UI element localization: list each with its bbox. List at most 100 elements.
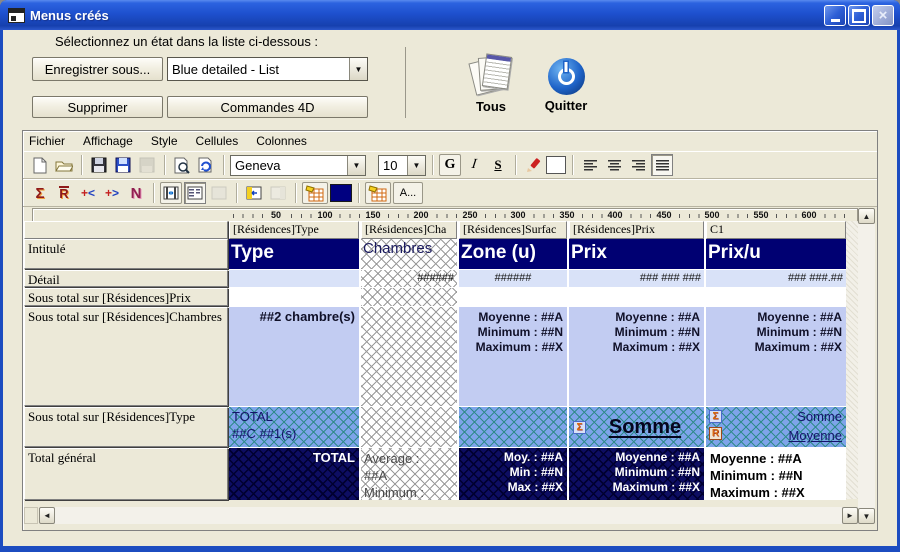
new-column-button[interactable]: N — [125, 182, 147, 204]
fill-color-tool-button[interactable] — [302, 182, 328, 204]
repeated-values-button[interactable]: R — [53, 182, 75, 204]
row-label-subtotal-prix[interactable]: Sous total sur [Résidences]Prix — [24, 288, 228, 306]
cell-stprix-chambres[interactable] — [361, 288, 459, 306]
save-button[interactable] — [88, 154, 110, 176]
font-select[interactable]: Geneva ▼ — [230, 155, 366, 176]
alt-text-button[interactable]: A... — [393, 182, 423, 204]
cell-total-type[interactable]: TOTAL — [229, 448, 361, 500]
save-as-button[interactable]: Enregistrer sous... — [32, 57, 163, 81]
scroll-left-icon[interactable]: ◄ — [39, 507, 55, 524]
cell-title-type[interactable]: Type — [229, 239, 361, 269]
row-label-total-general[interactable]: Total général — [24, 448, 228, 500]
cell-total-zone[interactable]: Moy. : ##A Min : ##N Max : ##X — [459, 448, 569, 500]
titlebar[interactable]: Menus créés × — [0, 0, 900, 30]
grid-overflow-strip — [846, 221, 858, 499]
move-cell-right-button — [267, 182, 289, 204]
vertical-scrollbar[interactable]: ▲ ▼ — [858, 208, 875, 524]
all-records-launcher[interactable]: Tous — [463, 54, 519, 114]
cell-title-prix[interactable]: Prix — [569, 239, 706, 269]
minimize-button[interactable] — [824, 5, 846, 26]
records-stack-icon — [470, 54, 512, 96]
maximize-button[interactable] — [848, 5, 870, 26]
cell-stprix-zone[interactable] — [459, 288, 569, 306]
insert-column-right-button[interactable]: +> — [101, 182, 123, 204]
scroll-right-icon[interactable]: ► — [842, 507, 858, 524]
cell-sttype-chambres[interactable] — [361, 407, 459, 447]
cell-sttype-prix-u[interactable]: Σ R Somme Moyenne — [706, 407, 846, 447]
row-label-detail[interactable]: Détail — [24, 270, 228, 287]
column-header-prix[interactable]: [Résidences]Prix — [569, 221, 704, 239]
align-justify-button[interactable] — [651, 154, 673, 176]
delete-button[interactable]: Supprimer — [32, 96, 163, 118]
cell-stprix-type[interactable] — [229, 288, 361, 306]
commands-4d-button[interactable]: Commandes 4D — [167, 96, 368, 118]
bold-button[interactable]: G — [439, 154, 461, 176]
row-label-subtotal-type[interactable]: Sous total sur [Résidences]Type — [24, 407, 228, 447]
cell-total-chambres[interactable]: Average : ##A Minimum : — [361, 448, 459, 500]
cell-title-prix-u[interactable]: Prix/u — [706, 239, 846, 269]
menu-style[interactable]: Style — [149, 134, 180, 148]
menu-affichage[interactable]: Affichage — [81, 134, 135, 148]
cell-stprix-prix-u[interactable] — [706, 288, 846, 306]
fill-color-swatch[interactable] — [330, 184, 352, 202]
open-button[interactable] — [53, 154, 75, 176]
show-grid-rows-button[interactable] — [184, 182, 206, 204]
column-header-type[interactable]: [Résidences]Type — [229, 221, 359, 239]
insert-column-left-button[interactable]: +< — [77, 182, 99, 204]
menu-fichier[interactable]: Fichier — [27, 134, 67, 148]
sum-mini-icon-2: Σ — [709, 410, 722, 423]
cell-stchambres-type[interactable]: ##2 chambre(s) — [229, 307, 361, 406]
column-width-button[interactable] — [160, 182, 182, 204]
scroll-down-icon[interactable]: ▼ — [858, 508, 875, 524]
quit-launcher[interactable]: Quitter — [537, 58, 595, 113]
menu-colonnes[interactable]: Colonnes — [254, 134, 309, 148]
cell-detail-chambres[interactable]: ###### — [361, 270, 459, 287]
menu-cellules[interactable]: Cellules — [194, 134, 241, 148]
cell-detail-prix[interactable]: ### ### ### — [569, 270, 706, 287]
cell-total-prix-u[interactable]: Moyenne : ##A Minimum : ##N Maximum : ##… — [706, 448, 846, 500]
close-button[interactable]: × — [872, 5, 894, 26]
text-color-pen-button[interactable] — [522, 154, 544, 176]
column-header-surface[interactable]: [Résidences]Surfac — [459, 221, 567, 239]
report-select[interactable]: Blue detailed - List ▼ — [167, 57, 368, 81]
new-document-button[interactable] — [29, 154, 51, 176]
sum-tool-button[interactable]: Σ — [29, 182, 51, 204]
text-color-swatch[interactable] — [546, 156, 566, 174]
row-label-intitule[interactable]: Intitulé — [24, 239, 228, 269]
cell-stprix-prix[interactable] — [569, 288, 706, 306]
horizontal-scrollbar[interactable]: ◄ ► — [39, 507, 858, 524]
cell-title-chambres[interactable]: Chambres — [361, 239, 459, 269]
cell-stchambres-zone[interactable]: Moyenne : ##A Minimum : ##N Maximum : ##… — [459, 307, 569, 406]
row-label-corner[interactable] — [24, 221, 228, 239]
print-preview-button[interactable] — [171, 154, 193, 176]
cell-detail-zone[interactable]: ###### — [459, 270, 569, 287]
cell-sttype-zone[interactable] — [459, 407, 569, 447]
row-label-subtotal-chambres[interactable]: Sous total sur [Résidences]Chambres — [24, 307, 228, 406]
cell-stchambres-prix-u[interactable]: Moyenne : ##A Minimum : ##N Maximum : ##… — [706, 307, 846, 406]
underline-button[interactable]: S — [487, 154, 509, 176]
cell-sttype-type[interactable]: TOTAL ##C ##1(s) — [229, 407, 361, 447]
move-cell-left-button[interactable] — [243, 182, 265, 204]
font-size-arrow-icon[interactable]: ▼ — [407, 156, 425, 175]
font-size-select[interactable]: 10 ▼ — [378, 155, 426, 176]
alt-fill-tool-button[interactable] — [365, 182, 391, 204]
save-as-icon-button[interactable] — [112, 154, 134, 176]
align-right-button[interactable] — [627, 154, 649, 176]
cell-stchambres-prix[interactable]: Moyenne : ##A Minimum : ##N Maximum : ##… — [569, 307, 706, 406]
italic-button[interactable]: I — [461, 154, 486, 176]
cell-total-prix[interactable]: Moyenne : ##A Minimum : ##N Maximum : ##… — [569, 448, 706, 500]
column-header-c1[interactable]: C1 — [706, 221, 846, 239]
align-center-button[interactable] — [603, 154, 625, 176]
column-header-chambres[interactable]: [Résidences]Cha — [361, 221, 457, 239]
refresh-report-button[interactable] — [195, 154, 217, 176]
cell-detail-type[interactable] — [229, 270, 361, 287]
cell-detail-prix-u[interactable]: ### ###.## — [706, 270, 846, 287]
power-icon — [548, 58, 585, 95]
scroll-up-icon[interactable]: ▲ — [858, 208, 875, 224]
report-select-arrow-icon[interactable]: ▼ — [349, 58, 367, 80]
font-select-arrow-icon[interactable]: ▼ — [347, 156, 365, 175]
cell-sttype-prix[interactable]: Σ Somme — [569, 407, 706, 447]
align-left-button[interactable] — [579, 154, 601, 176]
cell-stchambres-chambres[interactable] — [361, 307, 459, 406]
cell-title-zone[interactable]: Zone (u) — [459, 239, 569, 269]
